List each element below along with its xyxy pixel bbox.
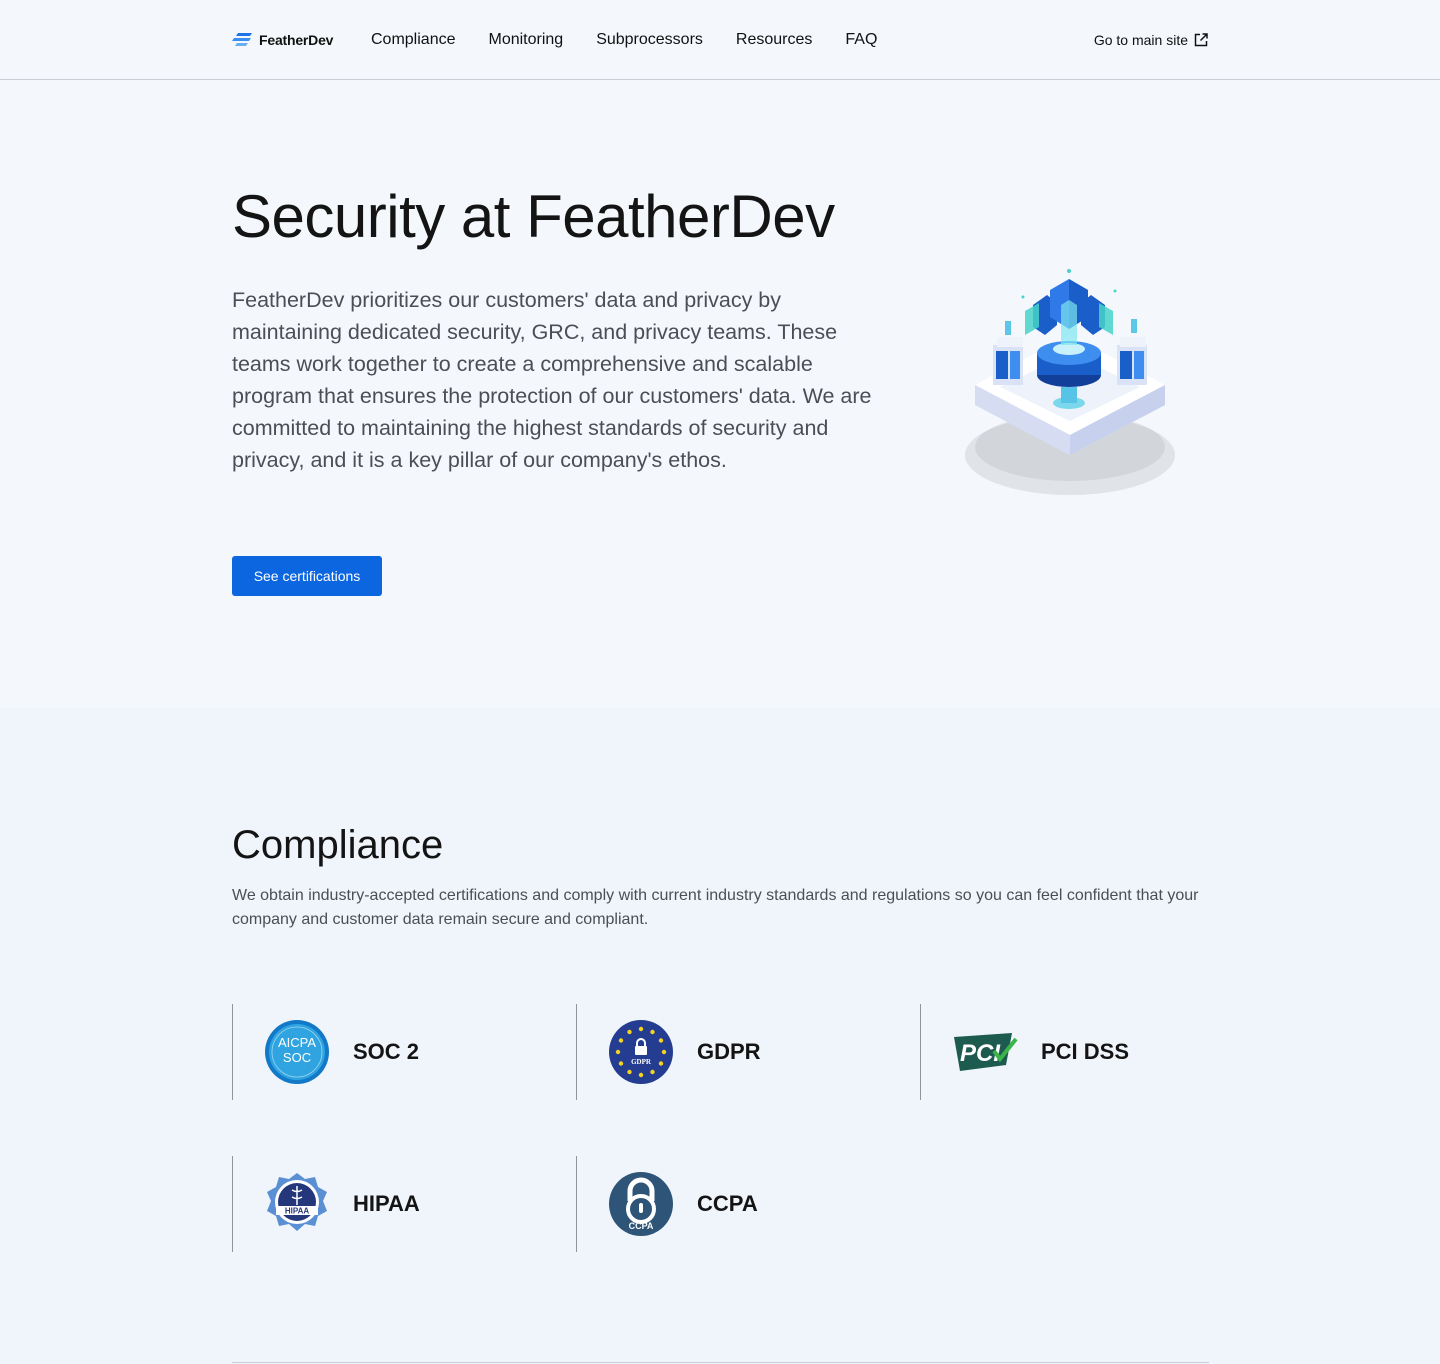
cert-hipaa[interactable]: HIPAA HIPAA xyxy=(232,1156,552,1252)
cert-gdpr-label: GDPR xyxy=(697,1039,761,1064)
ccpa-lock-badge-icon: CCPA xyxy=(609,1172,673,1236)
brand-name: FeatherDev xyxy=(259,32,334,48)
gdpr-eu-badge-icon: GDPR xyxy=(609,1020,673,1084)
section-divider xyxy=(232,1362,1209,1363)
see-certifications-button[interactable]: See certifications xyxy=(232,556,382,596)
cert-pci-dss[interactable]: PCI PCI DSS xyxy=(920,1004,1240,1100)
cert-pci-dss-label: PCI DSS xyxy=(1041,1039,1130,1064)
brand-logo[interactable]: FeatherDev xyxy=(232,30,333,50)
top-navigation-bar: FeatherDev Compliance Monitoring Subproc… xyxy=(0,0,1440,80)
page-title: Security at FeatherDev xyxy=(232,183,835,250)
hipaa-badge-icon: HIPAA xyxy=(267,1173,327,1231)
primary-nav: Compliance Monitoring Subprocessors Reso… xyxy=(371,30,877,50)
cert-ccpa-label: CCPA xyxy=(697,1191,758,1216)
hipaa-badge-text: HIPAA xyxy=(285,1207,310,1216)
nav-subprocessors[interactable]: Subprocessors xyxy=(596,30,703,50)
external-link-icon xyxy=(1194,33,1208,47)
hero-section: Security at FeatherDev FeatherDev priori… xyxy=(0,80,1440,708)
aicpa-soc-badge-icon: AICPA SOC xyxy=(265,1020,329,1084)
go-to-main-site-link[interactable]: Go to main site xyxy=(1094,30,1208,50)
cert-ccpa[interactable]: CCPA CCPA xyxy=(576,1156,896,1252)
nav-compliance[interactable]: Compliance xyxy=(371,30,455,50)
feather-logo-icon xyxy=(232,33,252,46)
cert-soc2-label: SOC 2 xyxy=(353,1039,420,1064)
compliance-heading: Compliance xyxy=(232,823,444,867)
compliance-description: We obtain industry-accepted certificatio… xyxy=(232,887,1199,928)
hero-description: FeatherDev prioritizes our customers' da… xyxy=(232,288,872,472)
pci-logo-icon: PCI xyxy=(954,1033,1018,1071)
soc-badge-line-2: SOC xyxy=(283,1050,311,1065)
nav-resources[interactable]: Resources xyxy=(736,30,812,50)
cert-soc2[interactable]: AICPA SOC SOC 2 xyxy=(232,1004,552,1100)
nav-faq[interactable]: FAQ xyxy=(845,30,877,50)
compliance-section: Compliance We obtain industry-accepted c… xyxy=(0,708,1440,1364)
cert-gdpr[interactable]: GDPR GDPR xyxy=(576,1004,896,1100)
cert-hipaa-label: HIPAA xyxy=(353,1191,420,1216)
security-server-illustration xyxy=(965,269,1175,495)
nav-monitoring[interactable]: Monitoring xyxy=(488,30,563,50)
gdpr-badge-text: GDPR xyxy=(631,1058,652,1066)
main-site-link-label: Go to main site xyxy=(1093,32,1188,48)
ccpa-badge-text: CCPA xyxy=(629,1221,654,1231)
soc-badge-line-1: AICPA xyxy=(278,1035,316,1050)
